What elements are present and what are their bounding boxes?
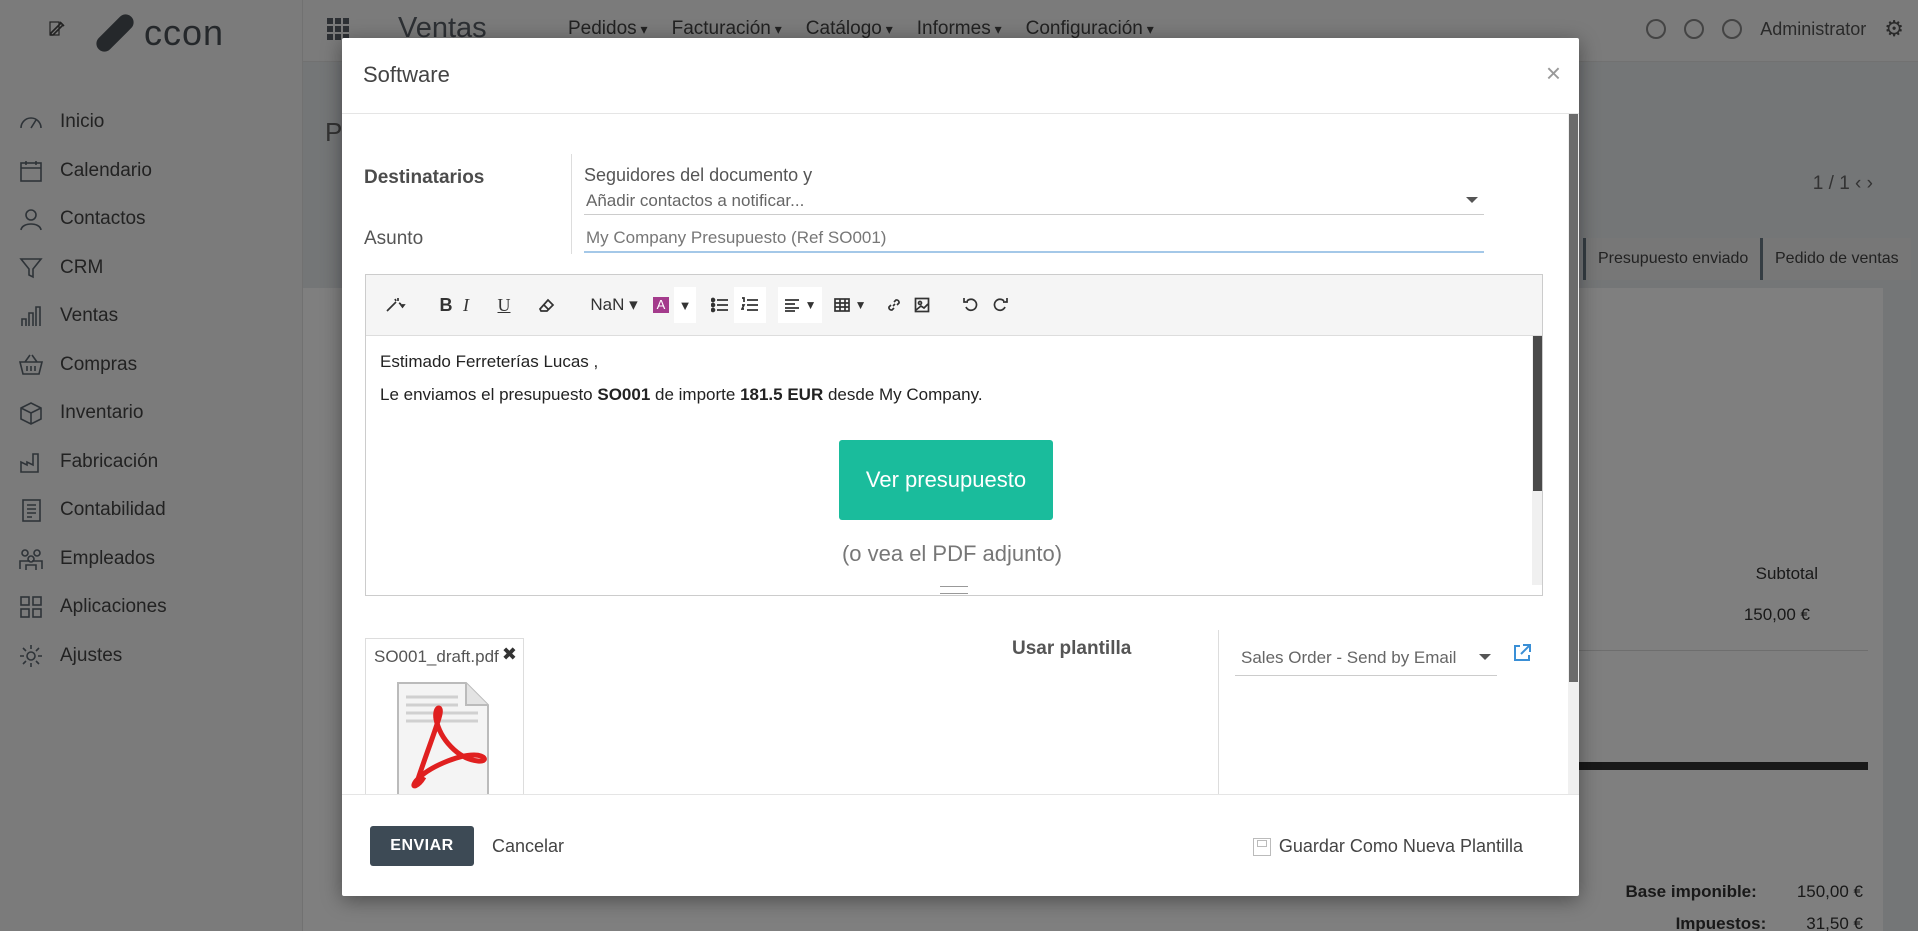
- compose-email-dialog: Software × Destinatarios Seguidores del …: [342, 38, 1579, 896]
- editor-scrollbar-thumb[interactable]: [1533, 336, 1542, 491]
- html-editor: B I U NaN ▾ A ▼ ▼ ▼ Estimado Ferreterías…: [365, 274, 1543, 596]
- modal-body: Destinatarios Seguidores del documento y…: [342, 114, 1579, 794]
- body-text: desde My Company.: [823, 385, 983, 404]
- field-divider: [1218, 630, 1219, 794]
- save-template-button[interactable]: Guardar Como Nueva Plantilla: [1252, 836, 1523, 857]
- eraser-icon[interactable]: [532, 287, 560, 323]
- subject-label: Asunto: [364, 228, 424, 249]
- save-icon: [1252, 837, 1271, 856]
- body-text: de importe: [650, 385, 741, 404]
- resize-handle-icon[interactable]: [940, 586, 968, 594]
- send-button[interactable]: ENVIAR: [370, 826, 474, 866]
- chevron-down-icon[interactable]: [1479, 654, 1491, 660]
- attachment-filename[interactable]: SO001_draft.pdf: [374, 647, 499, 667]
- save-template-label: Guardar Como Nueva Plantilla: [1278, 836, 1523, 856]
- align-dropdown[interactable]: ▼: [778, 287, 822, 323]
- editor-scrollbar[interactable]: [1532, 336, 1542, 585]
- pdf-note: (o vea el PDF adjunto): [841, 541, 1063, 566]
- attachment-card[interactable]: SO001_draft.pdf ✖: [365, 638, 524, 794]
- link-icon[interactable]: [882, 287, 906, 323]
- modal-title: Software: [363, 62, 450, 87]
- numbered-list-icon[interactable]: [734, 287, 766, 323]
- template-select[interactable]: Sales Order - Send by Email: [1235, 642, 1497, 676]
- template-value: Sales Order - Send by Email: [1241, 648, 1457, 667]
- text-color-icon[interactable]: A: [651, 287, 671, 323]
- table-icon[interactable]: ▼: [832, 287, 868, 323]
- magic-wand-icon[interactable]: [376, 287, 416, 323]
- italic-button[interactable]: I: [456, 287, 476, 323]
- image-icon[interactable]: [910, 287, 934, 323]
- pdf-file-icon: [397, 682, 489, 794]
- order-reference: SO001: [597, 385, 651, 404]
- modal-header: Software ×: [342, 38, 1579, 114]
- bold-button[interactable]: B: [436, 287, 456, 323]
- underline-button[interactable]: U: [492, 287, 516, 323]
- editor-content[interactable]: Estimado Ferreterías Lucas , Le enviamos…: [366, 336, 1532, 585]
- cancel-button[interactable]: Cancelar: [492, 836, 564, 857]
- external-link-icon[interactable]: [1511, 642, 1533, 664]
- subject-input[interactable]: My Company Presupuesto (Ref SO001): [584, 223, 1484, 253]
- text-color-dropdown[interactable]: ▼: [674, 287, 696, 323]
- chevron-down-icon[interactable]: [1466, 197, 1478, 203]
- modal-scrollbar-thumb[interactable]: [1569, 114, 1578, 682]
- field-divider: [571, 154, 572, 254]
- undo-icon[interactable]: [959, 287, 983, 323]
- remove-attachment-icon[interactable]: ✖: [502, 644, 517, 665]
- recipients-label: Destinatarios: [364, 167, 485, 188]
- template-label: Usar plantilla: [1012, 638, 1132, 659]
- email-greeting: Estimado Ferreterías Lucas ,: [380, 352, 599, 371]
- editor-toolbar: B I U NaN ▾ A ▼ ▼ ▼: [366, 275, 1542, 336]
- recipients-followers-text: Seguidores del documento y: [584, 165, 813, 185]
- email-body-line: Le enviamos el presupuesto SO001 de impo…: [380, 383, 1518, 406]
- bullet-list-icon[interactable]: [706, 287, 734, 323]
- recipients-placeholder: Añadir contactos a notificar...: [586, 191, 805, 210]
- close-icon[interactable]: ×: [1546, 58, 1561, 89]
- redo-icon[interactable]: [988, 287, 1012, 323]
- body-text: Le enviamos el presupuesto: [380, 385, 598, 404]
- recipients-input[interactable]: Añadir contactos a notificar...: [584, 187, 1484, 215]
- modal-scrollbar[interactable]: [1568, 114, 1579, 794]
- order-amount: 181.5 EUR: [740, 385, 824, 404]
- font-size-value: NaN: [590, 295, 625, 314]
- font-size-dropdown[interactable]: NaN ▾: [584, 287, 644, 323]
- modal-footer: ENVIAR Cancelar Guardar Como Nueva Plant…: [342, 794, 1579, 896]
- view-quote-button[interactable]: Ver presupuesto: [839, 440, 1053, 520]
